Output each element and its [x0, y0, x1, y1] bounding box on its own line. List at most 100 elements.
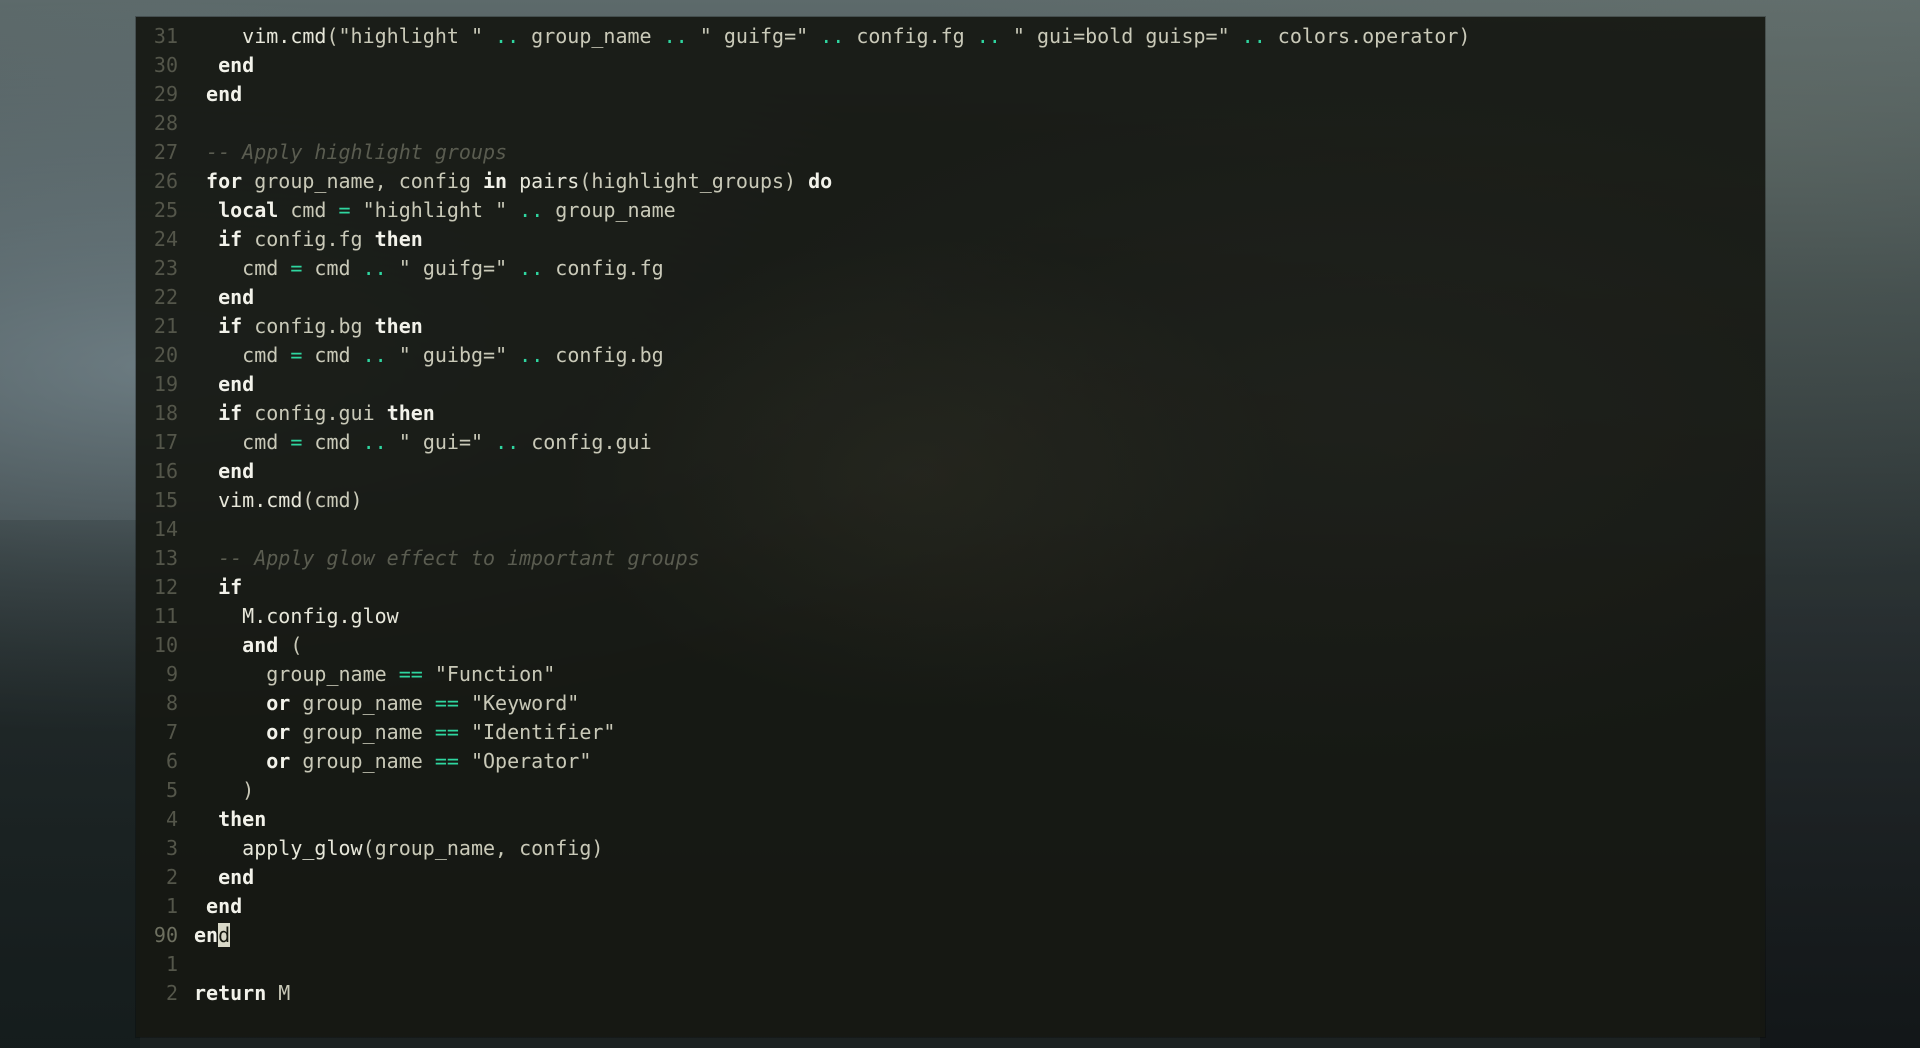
code-token: ( [278, 633, 303, 657]
code-line[interactable]: 18 if config.gui then [136, 399, 1765, 428]
code-line[interactable]: 25 local cmd = "highlight " .. group_nam… [136, 196, 1765, 225]
line-code: vim.cmd("highlight " .. group_name .. " … [194, 24, 1470, 48]
code-token: == [434, 720, 459, 744]
code-token: end [218, 372, 255, 396]
code-token: " guifg=" [687, 24, 821, 48]
code-token: .. [519, 343, 544, 367]
code-token: .. [820, 24, 845, 48]
code-line[interactable]: 17 cmd = cmd .. " gui=" .. config.gui [136, 428, 1765, 457]
code-line[interactable]: 15 vim.cmd(cmd) [136, 486, 1765, 515]
code-line[interactable]: 9 group_name == "Function" [136, 660, 1765, 689]
code-token: apply_glow [242, 836, 363, 860]
code-token: .. [362, 256, 387, 280]
code-line[interactable]: 12 if [136, 573, 1765, 602]
code-token: end [218, 865, 255, 889]
code-line[interactable]: 24 if config.fg then [136, 225, 1765, 254]
code-token: .. [362, 343, 387, 367]
code-token: cmd [278, 198, 339, 222]
code-token: config.fg [543, 256, 664, 280]
code-token: .. [495, 430, 520, 454]
code-line[interactable]: 7 or group_name == "Identifier" [136, 718, 1765, 747]
code-token: = [290, 430, 303, 454]
code-token: config.fg [844, 24, 977, 48]
code-token: pairs [519, 169, 580, 193]
code-token: vim.cmd [242, 24, 327, 48]
code-editor[interactable]: 3 1 vim.cmd("highlight " .. group_name ..… [136, 17, 1765, 1037]
code-token: group_name [290, 749, 435, 773]
code-token: for [206, 169, 243, 193]
line-code: for group_name, config in pairs(highligh… [194, 169, 832, 193]
code-token: end [206, 894, 243, 918]
line-number: 3 [165, 836, 178, 860]
code-line[interactable]: 20 cmd = cmd .. " guibg=" .. config.bg [136, 341, 1765, 370]
line-code: if config.bg then [194, 314, 423, 338]
code-token: config.bg [543, 343, 664, 367]
line-number: 25 [153, 198, 178, 222]
code-line[interactable]: 28 [136, 109, 1765, 138]
code-line[interactable]: 6 or group_name == "Operator" [136, 747, 1765, 776]
code-line[interactable]: 1 [136, 950, 1765, 979]
code-token: group_name [543, 198, 676, 222]
line-number: 1 [165, 952, 178, 976]
code-token: vim.cmd [218, 488, 303, 512]
code-line[interactable]: 22 end [136, 283, 1765, 312]
code-line[interactable]: 8 or group_name == "Keyword" [136, 689, 1765, 718]
code-token: = [338, 198, 351, 222]
code-token: == [398, 662, 423, 686]
code-line[interactable]: 1 end [136, 892, 1765, 921]
code-token: "Operator" [458, 749, 592, 773]
code-line[interactable]: 5 ) [136, 776, 1765, 805]
code-line[interactable]: 21 if config.bg then [136, 312, 1765, 341]
code-line[interactable]: 2 end [136, 863, 1765, 892]
line-number: 28 [153, 111, 178, 135]
line-code: if config.gui then [194, 401, 435, 425]
code-token: = [290, 343, 303, 367]
code-token: and [242, 633, 279, 657]
code-line[interactable]: 19 end [136, 370, 1765, 399]
code-line[interactable]: 14 [136, 515, 1765, 544]
line-number: 20 [153, 343, 178, 367]
code-token: M [266, 981, 291, 1005]
code-token: (group_name, config) [362, 836, 604, 860]
code-token: cmd [242, 343, 291, 367]
line-number: 18 [153, 401, 178, 425]
code-line[interactable]: 10 and ( [136, 631, 1765, 660]
line-number: 23 [153, 256, 178, 280]
code-line[interactable]: 26 for group_name, config in pairs(highl… [136, 167, 1765, 196]
background-ruins-silhouette [1760, 600, 1920, 1048]
code-token: then [374, 227, 423, 251]
line-number: 30 [153, 53, 178, 77]
code-token: end [206, 82, 243, 106]
code-line[interactable]: 16 end [136, 457, 1765, 486]
line-code: -- Apply glow effect to important groups [194, 546, 700, 570]
code-line[interactable]: 27 -- Apply highlight groups [136, 138, 1765, 167]
code-line[interactable]: 31 vim.cmd("highlight " .. group_name ..… [136, 22, 1765, 51]
line-code: end [194, 865, 254, 889]
code-token: .. [1241, 24, 1266, 48]
line-number: 6 [165, 749, 178, 773]
code-token: if [218, 401, 243, 425]
code-line[interactable]: 4 then [136, 805, 1765, 834]
code-line[interactable]: 13 -- Apply glow effect to important gro… [136, 544, 1765, 573]
code-line[interactable]: 30 end [136, 51, 1765, 80]
code-line[interactable]: 23 cmd = cmd .. " guifg=" .. config.fg [136, 254, 1765, 283]
code-line[interactable]: 90 end [136, 921, 1765, 950]
line-code: and ( [194, 633, 302, 657]
code-token: "Identifier" [458, 720, 616, 744]
line-code: end [194, 923, 231, 947]
code-token: end [218, 53, 255, 77]
code-line[interactable]: 3 apply_glow(group_name, config) [136, 834, 1765, 863]
code-line[interactable]: 2 return M [136, 979, 1765, 1008]
code-line[interactable]: 29 end [136, 80, 1765, 109]
code-line[interactable]: 11 M.config.glow [136, 602, 1765, 631]
